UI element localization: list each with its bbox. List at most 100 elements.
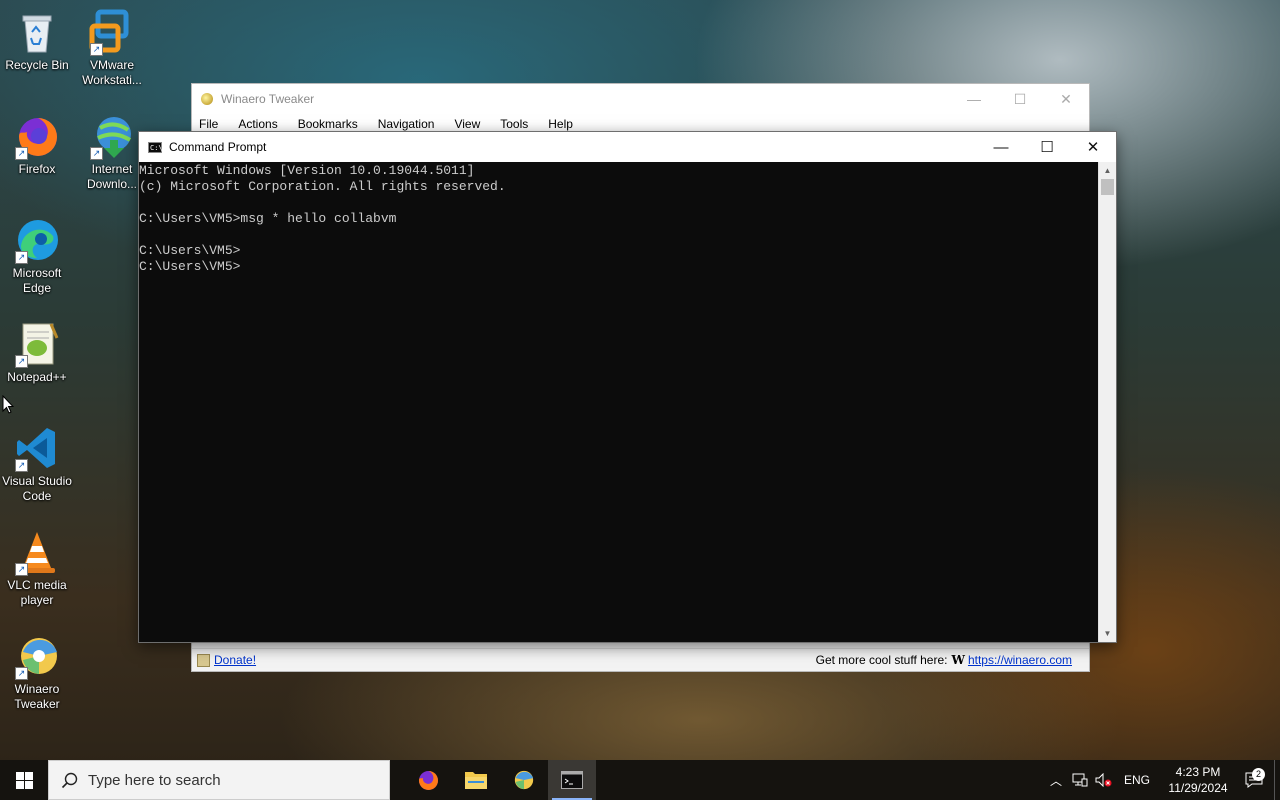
vmware-icon: ↗: [88, 8, 136, 56]
scrollbar-thumb[interactable]: [1101, 179, 1114, 195]
taskbar: Type here to search ︿ ENG 4:23 PM 11/29/…: [0, 760, 1280, 800]
shortcut-arrow-icon: ↗: [15, 563, 28, 576]
shortcut-arrow-icon: ↗: [90, 43, 103, 56]
shortcut-arrow-icon: ↗: [15, 355, 28, 368]
clock-date: 11/29/2024: [1168, 781, 1228, 795]
shortcut-arrow-icon: ↗: [15, 251, 28, 264]
input-language[interactable]: ENG: [1124, 773, 1150, 787]
taskbar-firefox[interactable]: [404, 760, 452, 800]
desktop-icon-label: VLC media player: [7, 578, 67, 607]
maximize-button[interactable]: ☐: [997, 84, 1043, 114]
winaero-icon: ↗: [13, 632, 61, 680]
chevron-up-icon: ︿: [1049, 773, 1062, 788]
desktop-icon-label: Visual Studio Code: [2, 474, 72, 503]
winaero-w-icon: W: [951, 653, 965, 667]
menu-bookmarks[interactable]: Bookmarks: [298, 117, 358, 131]
console-line: C:\Users\VM5>: [139, 259, 241, 274]
recycle-bin-icon: [13, 8, 61, 56]
close-button[interactable]: ✕: [1043, 84, 1089, 114]
network-icon: [1072, 773, 1088, 787]
console-output[interactable]: Microsoft Windows [Version 10.0.19044.50…: [139, 162, 1099, 642]
close-icon: ✕: [1086, 139, 1100, 156]
chevron-up-icon: ▲: [1103, 166, 1112, 175]
scroll-down-button[interactable]: ▼: [1099, 625, 1116, 642]
windows-logo-icon: [15, 771, 33, 789]
menu-help[interactable]: Help: [548, 117, 573, 131]
show-hidden-icons-button[interactable]: ︿: [1044, 772, 1068, 789]
menu-file[interactable]: File: [199, 117, 218, 131]
desktop-icon-label: VMware Workstati...: [82, 58, 142, 87]
desktop-icon-vscode[interactable]: ↗ Visual Studio Code: [0, 424, 74, 504]
clock-time: 4:23 PM: [1175, 765, 1221, 779]
desktop-icon-notepadpp[interactable]: ↗ Notepad++: [0, 320, 74, 385]
internet-download-manager-icon: ↗: [88, 112, 136, 160]
taskbar-winaero[interactable]: [500, 760, 548, 800]
console-line: C:\Users\VM5>msg * hello collabvm: [139, 211, 397, 226]
firefox-icon: ↗: [13, 112, 61, 160]
chevron-down-icon: ▼: [1103, 629, 1112, 638]
window-title: Command Prompt: [169, 140, 267, 154]
close-icon: ✕: [1060, 90, 1072, 107]
menu-tools[interactable]: Tools: [500, 117, 528, 131]
close-button[interactable]: ✕: [1070, 132, 1116, 162]
donate-link[interactable]: Donate!: [214, 653, 256, 667]
shortcut-arrow-icon: ↗: [90, 147, 103, 160]
winaero-titlebar[interactable]: Winaero Tweaker — ☐ ✕: [192, 84, 1089, 114]
vscode-icon: ↗: [13, 424, 61, 472]
command-prompt-icon: [561, 771, 583, 789]
winaero-site-link[interactable]: https://winaero.com: [968, 653, 1072, 667]
console-line: Microsoft Windows [Version 10.0.19044.50…: [139, 163, 475, 178]
command-prompt-window[interactable]: C:\ Command Prompt — ☐ ✕ Microsoft Windo…: [138, 131, 1117, 643]
winaero-icon: [514, 770, 534, 790]
desktop-icon-label: Notepad++: [7, 370, 67, 384]
volume-status[interactable]: [1092, 773, 1116, 787]
console-line: C:\Users\VM5>: [139, 243, 241, 258]
search-icon: [61, 772, 78, 788]
notification-count-badge: 2: [1252, 768, 1265, 781]
desktop-icon-recycle-bin[interactable]: Recycle Bin: [0, 8, 74, 73]
shortcut-arrow-icon: ↗: [15, 667, 28, 680]
menu-actions[interactable]: Actions: [238, 117, 277, 131]
file-explorer-icon: [465, 772, 487, 789]
menu-view[interactable]: View: [454, 117, 480, 131]
maximize-button[interactable]: ☐: [1024, 132, 1070, 162]
volume-muted-icon: [1095, 773, 1112, 787]
console-line: (c) Microsoft Corporation. All rights re…: [139, 179, 506, 194]
desktop-icon-firefox[interactable]: ↗ Firefox: [0, 112, 74, 177]
window-title: Winaero Tweaker: [221, 92, 315, 106]
edge-icon: ↗: [13, 216, 61, 264]
menu-navigation[interactable]: Navigation: [378, 117, 435, 131]
action-center-button[interactable]: 2: [1234, 768, 1274, 788]
more-stuff-text: Get more cool stuff here:: [815, 653, 948, 667]
taskbar-file-explorer[interactable]: [452, 760, 500, 800]
desktop-icon-vmware[interactable]: ↗ VMware Workstati...: [75, 8, 149, 88]
donate-icon: [197, 653, 210, 667]
show-desktop-button[interactable]: [1274, 760, 1280, 800]
shortcut-arrow-icon: ↗: [15, 459, 28, 472]
command-prompt-icon: C:\: [148, 141, 163, 153]
desktop-icon-label: Firefox: [18, 162, 56, 176]
start-button[interactable]: [0, 760, 48, 800]
winaero-statusbar: Donate! Get more cool stuff here: W http…: [192, 648, 1089, 671]
firefox-icon: [419, 771, 438, 790]
minimize-button[interactable]: —: [978, 132, 1024, 162]
maximize-icon: ☐: [1013, 90, 1027, 107]
minimize-button[interactable]: —: [951, 84, 997, 114]
desktop-icon-label: Winaero Tweaker: [14, 682, 60, 711]
vlc-icon: ↗: [13, 528, 61, 576]
system-tray: ︿ ENG 4:23 PM 11/29/2024 2: [1044, 760, 1280, 800]
taskbar-clock[interactable]: 4:23 PM 11/29/2024: [1162, 764, 1234, 796]
vertical-scrollbar[interactable]: ▲ ▼: [1098, 162, 1116, 642]
desktop-icon-winaero[interactable]: ↗ Winaero Tweaker: [0, 632, 74, 712]
cmd-titlebar[interactable]: C:\ Command Prompt — ☐ ✕: [139, 132, 1116, 162]
network-status[interactable]: [1068, 773, 1092, 787]
scroll-up-button[interactable]: ▲: [1099, 162, 1116, 179]
mouse-cursor-icon: [2, 394, 15, 418]
desktop-icon-edge[interactable]: ↗ Microsoft Edge: [0, 216, 74, 296]
shortcut-arrow-icon: ↗: [15, 147, 28, 160]
minimize-icon: —: [967, 91, 981, 107]
desktop-icon-vlc[interactable]: ↗ VLC media player: [0, 528, 74, 608]
taskbar-search-box[interactable]: Type here to search: [48, 760, 390, 800]
taskbar-command-prompt[interactable]: [548, 760, 596, 800]
